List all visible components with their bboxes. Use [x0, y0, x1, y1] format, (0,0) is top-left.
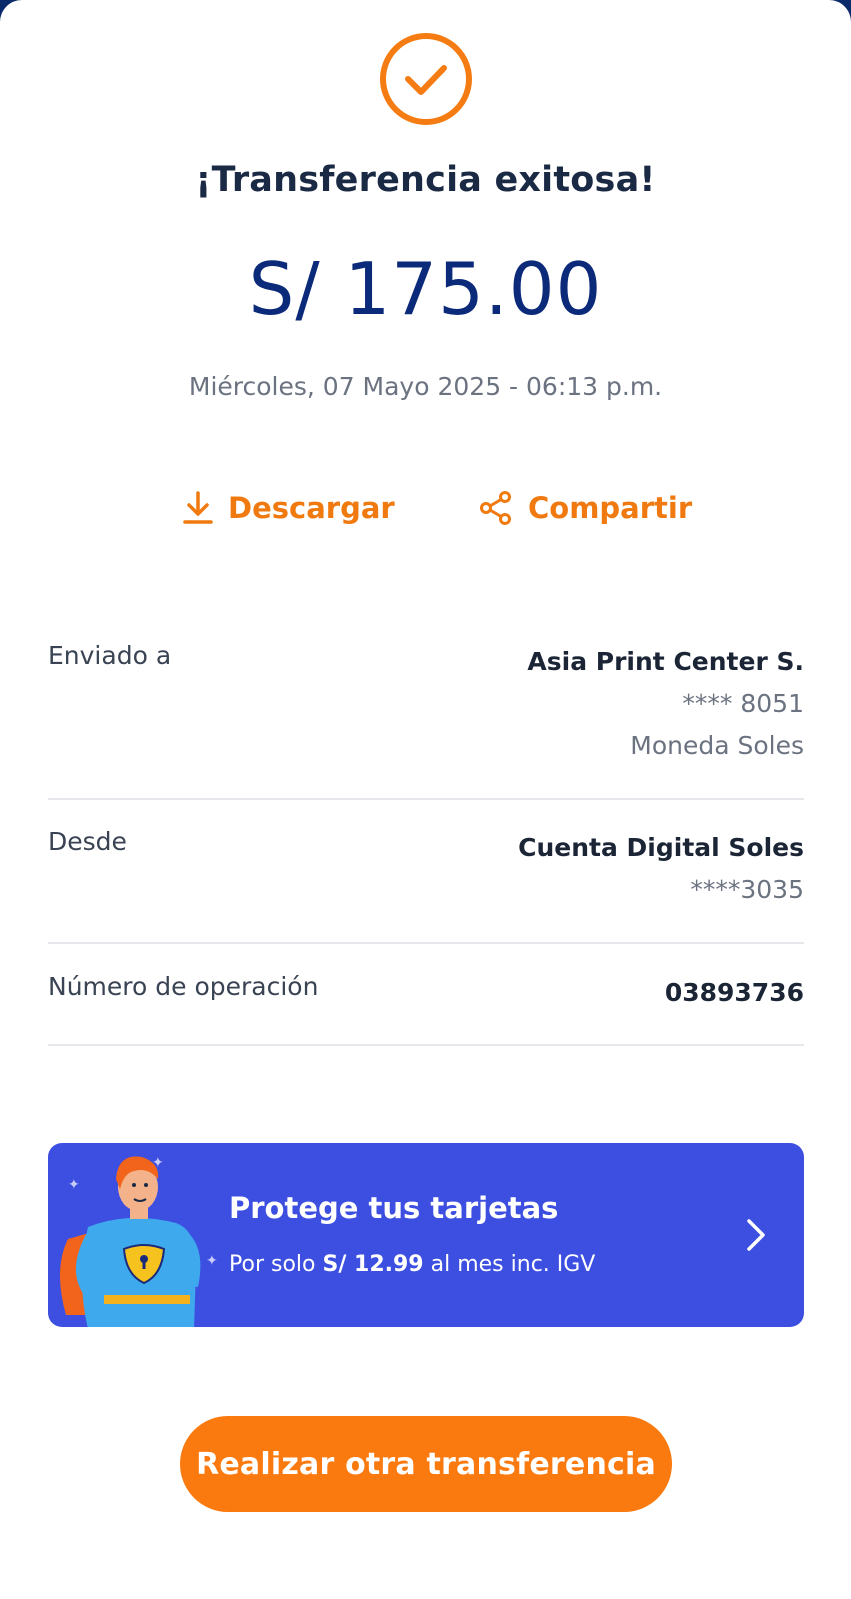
operation-row: Número de operación 03893736 — [48, 972, 804, 1014]
superhero-illustration — [59, 1156, 201, 1327]
protect-cards-banner[interactable]: ✦ ✦ ✦ Protege tus tarjetas Por solo S/ 1… — [48, 1143, 804, 1327]
recipient-name: Asia Print Center S. — [527, 647, 804, 676]
download-button[interactable]: Descargar — [182, 490, 395, 526]
divider — [48, 942, 804, 944]
promo-title: Protege tus tarjetas — [229, 1191, 559, 1225]
sparkle-icon: ✦ — [152, 1155, 164, 1171]
promo-subtitle: Por solo S/ 12.99 al mes inc. IGV — [229, 1252, 595, 1277]
operation-number: 03893736 — [664, 978, 804, 1007]
source-account-name: Cuenta Digital Soles — [518, 833, 804, 862]
from-row: Desde Cuenta Digital Soles ****3035 — [48, 827, 804, 907]
receipt-sheet: ¡Transferencia exitosa! S/ 175.00 Miérco… — [0, 0, 851, 1599]
divider — [48, 798, 804, 800]
from-values: Cuenta Digital Soles ****3035 — [518, 827, 804, 911]
promo-sub-suffix: al mes inc. IGV — [430, 1252, 596, 1277]
promo-sub-prefix: Por solo — [229, 1252, 316, 1277]
source-account-number: ****3035 — [690, 875, 804, 904]
download-label: Descargar — [228, 491, 395, 525]
new-transfer-button[interactable]: Realizar otra transferencia — [180, 1416, 672, 1512]
download-icon — [183, 491, 213, 524]
share-label: Compartir — [528, 491, 693, 525]
operation-values: 03893736 — [665, 972, 804, 1014]
check-circle-icon — [380, 33, 472, 125]
page-title: ¡Transferencia exitosa! — [195, 160, 656, 200]
transfer-datetime: Miércoles, 07 Mayo 2025 - 06:13 p.m. — [188, 372, 663, 401]
promo-price: S/ 12.99 — [322, 1252, 424, 1277]
transfer-amount: S/ 175.00 — [248, 247, 603, 331]
divider — [48, 1044, 804, 1046]
receipt-actions: Descargar Compartir — [0, 490, 851, 534]
sent-to-row: Enviado a Asia Print Center S. **** 8051… — [48, 641, 804, 761]
recipient-currency: Moneda Soles — [630, 731, 804, 760]
sent-to-label: Enviado a — [48, 641, 172, 670]
recipient-account: **** 8051 — [682, 689, 804, 718]
sparkle-icon: ✦ — [68, 1177, 80, 1193]
sparkle-icon: ✦ — [206, 1253, 218, 1269]
share-button[interactable]: Compartir — [478, 490, 692, 526]
operation-label: Número de operación — [48, 972, 319, 1001]
share-icon — [480, 491, 511, 525]
from-label: Desde — [48, 827, 127, 856]
chevron-right-icon — [747, 1219, 765, 1251]
sent-to-values: Asia Print Center S. **** 8051 Moneda So… — [527, 641, 804, 767]
